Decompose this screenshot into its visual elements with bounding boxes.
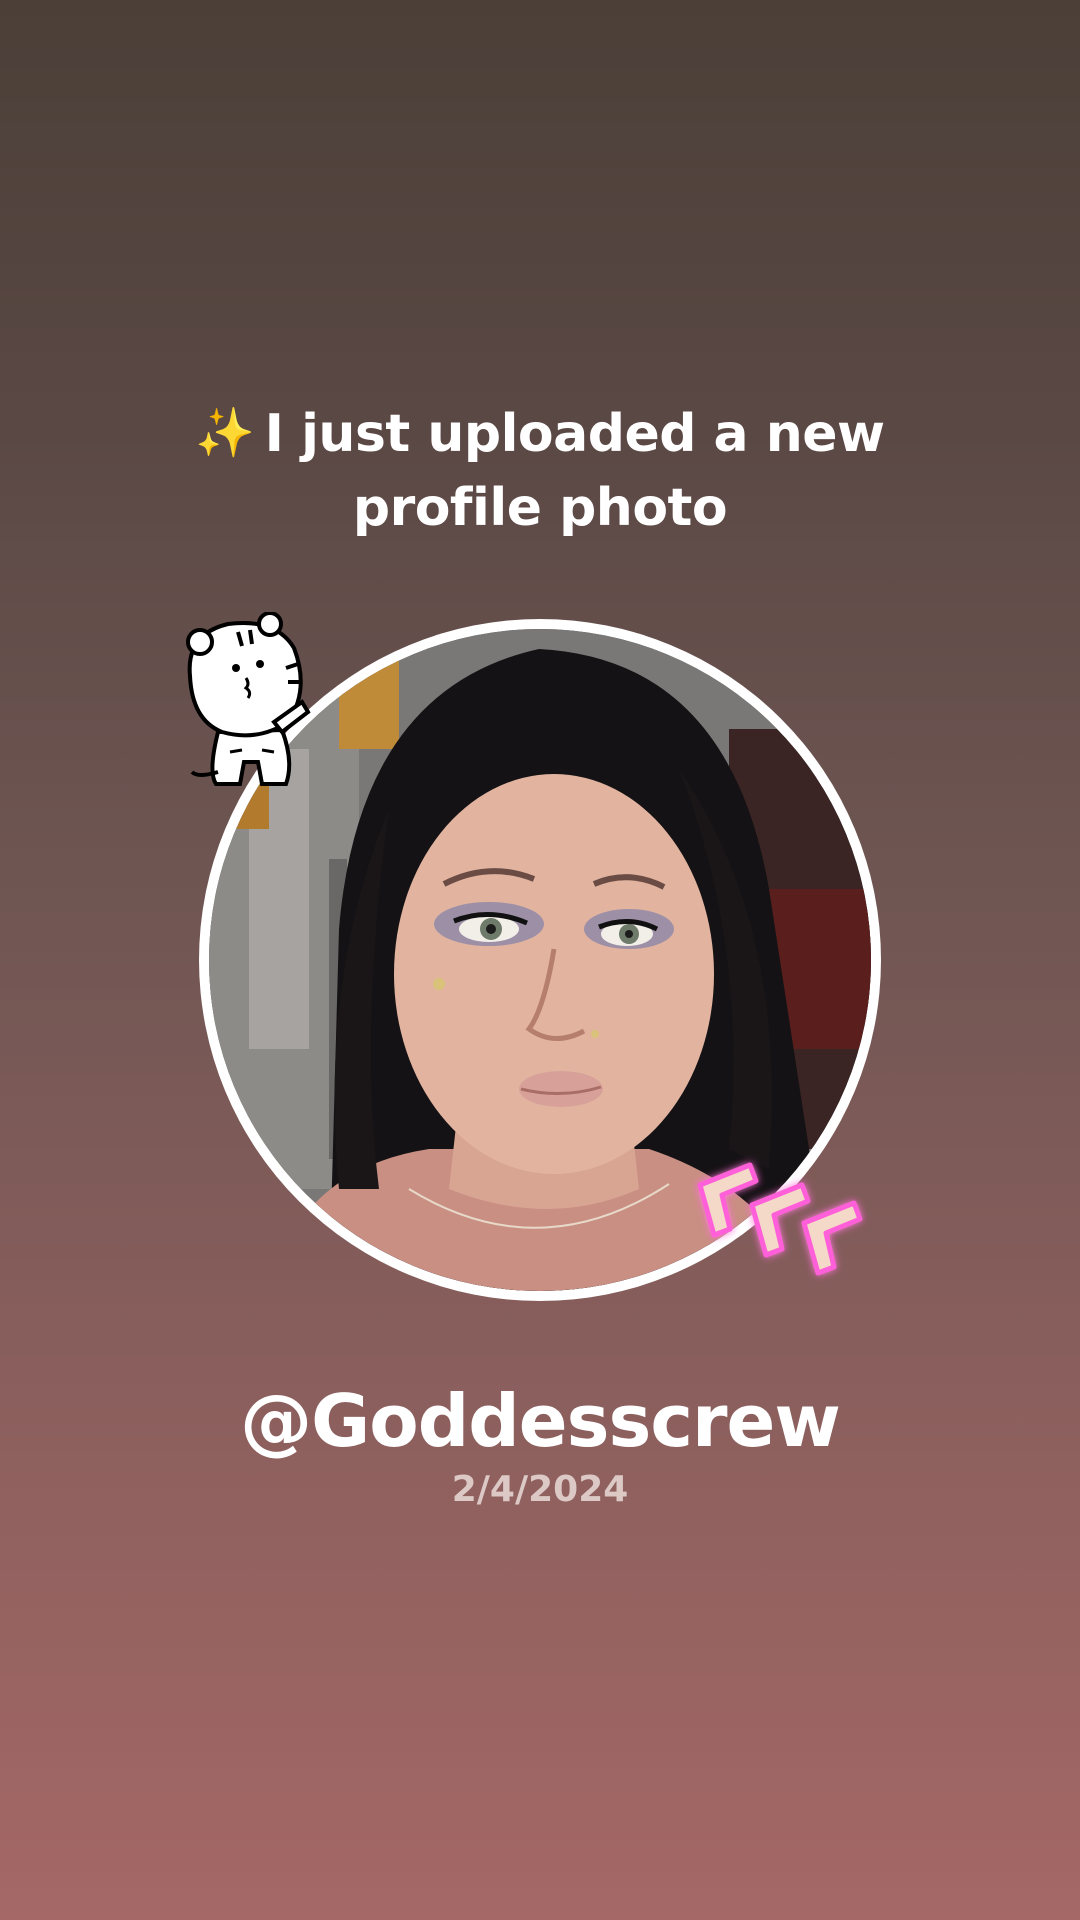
headline-line-2: profile photo — [352, 478, 728, 538]
post-date: 2/4/2024 — [451, 1469, 629, 1510]
username[interactable]: @Goddesscrew — [0, 1376, 1080, 1466]
sparkles-icon: ✨ — [195, 405, 255, 461]
headline-line-1: ✨ I just uploaded a new — [0, 396, 1080, 471]
headline-text-1: I just uploaded a new — [264, 404, 885, 464]
neon-chevron-icon — [690, 1145, 890, 1285]
announcement-headline: ✨ I just uploaded a new profile photo — [0, 396, 1080, 545]
tiger-sticker-icon — [178, 611, 314, 794]
